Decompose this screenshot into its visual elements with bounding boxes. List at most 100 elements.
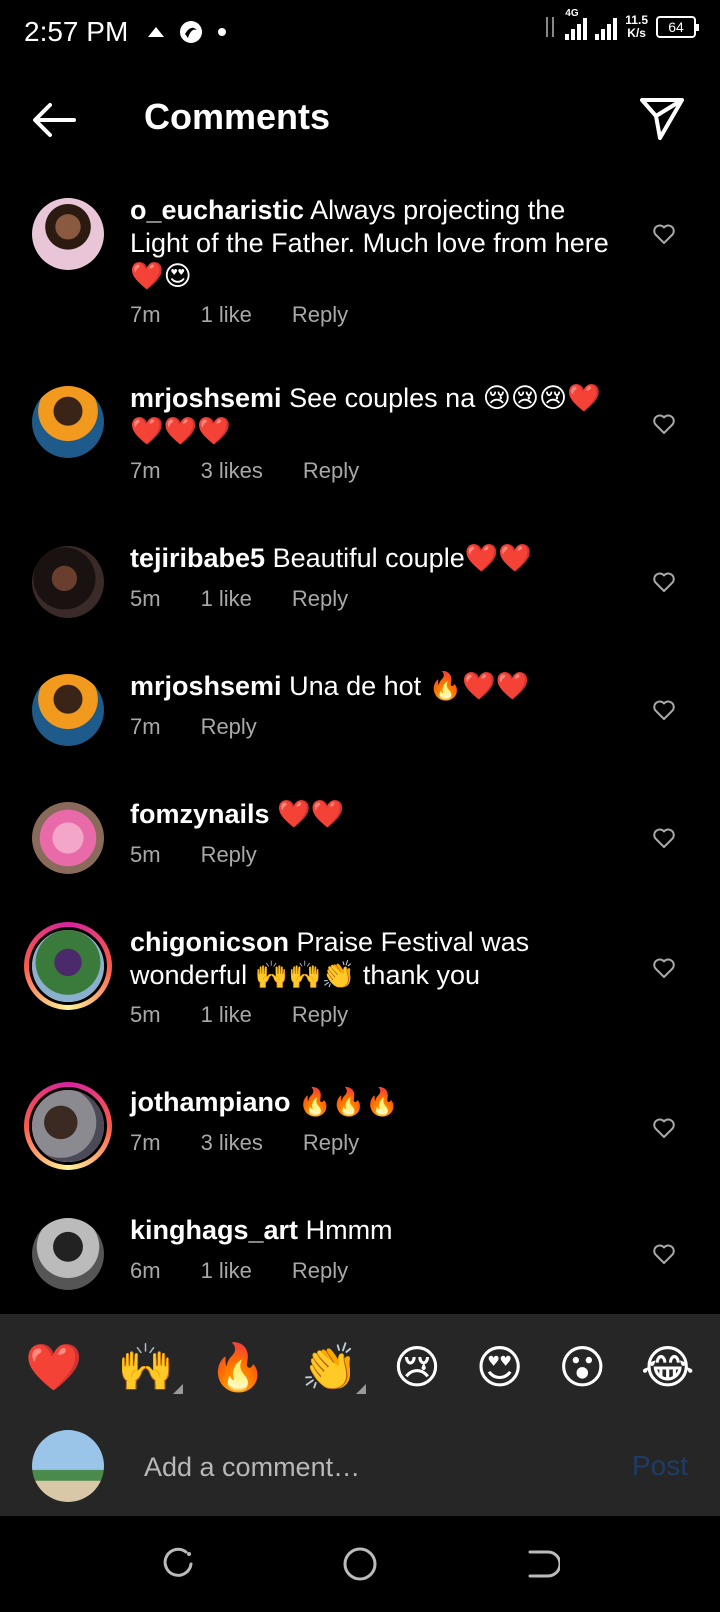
emoji-raising-hands-glyph: 🙌 bbox=[117, 1341, 175, 1393]
app-notification-icon bbox=[180, 21, 202, 43]
comment-text: o_eucharistic Always projecting the Ligh… bbox=[130, 194, 630, 293]
comment-username[interactable]: kinghags_art bbox=[130, 1215, 298, 1245]
comment-time: 5m bbox=[130, 842, 161, 867]
page-title: Comments bbox=[144, 96, 331, 137]
emoji-raising-hands[interactable]: 🙌 bbox=[117, 1341, 183, 1394]
comment-text: tejiribabe5 Beautiful couple❤️❤️ bbox=[130, 542, 630, 575]
signal-icon-2 bbox=[595, 14, 618, 40]
heart-icon[interactable] bbox=[652, 826, 676, 850]
comment-text: mrjoshsemi See couples na 😢😢😢❤️❤️❤️❤️ bbox=[130, 382, 630, 448]
avatar-image bbox=[32, 802, 104, 874]
skin-tone-indicator-icon bbox=[356, 1384, 367, 1394]
net-speed: 11.5 K/s bbox=[625, 14, 648, 40]
bird-notification-icon bbox=[148, 27, 164, 37]
emoji-heart-eyes[interactable]: 😍 bbox=[476, 1344, 524, 1390]
comment-username[interactable]: mrjoshsemi bbox=[130, 671, 282, 701]
comment-time: 5m bbox=[130, 1002, 161, 1027]
current-user-avatar bbox=[32, 1430, 104, 1502]
comment-username[interactable]: jothampiano bbox=[130, 1087, 291, 1117]
comment-meta: 5m 1 like Reply bbox=[130, 1002, 348, 1028]
emoji-clapping-hands[interactable]: 👏 bbox=[301, 1341, 367, 1394]
comment-likes[interactable]: 1 like bbox=[201, 302, 252, 328]
heart-icon[interactable] bbox=[652, 1242, 676, 1266]
reply-button[interactable]: Reply bbox=[292, 586, 348, 612]
comment-likes[interactable]: 1 like bbox=[201, 1258, 252, 1284]
heart-icon[interactable] bbox=[652, 698, 676, 722]
comment-time: 5m bbox=[130, 586, 161, 611]
current-user-avatar-image bbox=[32, 1430, 104, 1502]
header: Comments bbox=[0, 66, 720, 176]
reply-button[interactable]: Reply bbox=[292, 302, 348, 328]
comment-composer: Post bbox=[0, 1420, 720, 1516]
avatar[interactable] bbox=[32, 386, 104, 458]
avatar[interactable] bbox=[32, 1218, 104, 1290]
reply-button[interactable]: Reply bbox=[201, 842, 257, 868]
emoji-crying-face[interactable]: 😢 bbox=[393, 1344, 441, 1390]
comment-body: ❤️❤️ bbox=[277, 799, 345, 829]
comments-list[interactable]: o_eucharistic Always projecting the Ligh… bbox=[0, 176, 720, 1314]
emoji-clapping-hands-glyph: 👏 bbox=[301, 1341, 359, 1393]
comment-likes[interactable]: 3 likes bbox=[201, 1130, 263, 1156]
comment-text: jothampiano 🔥🔥🔥 bbox=[130, 1086, 630, 1119]
comment-time: 7m bbox=[130, 1130, 161, 1155]
comment-username[interactable]: fomzynails bbox=[130, 799, 270, 829]
status-notification-icons bbox=[147, 20, 227, 44]
avatar[interactable] bbox=[32, 546, 104, 618]
avatar[interactable] bbox=[32, 198, 104, 270]
post-button[interactable]: Post bbox=[632, 1450, 688, 1482]
emoji-surprised-face[interactable]: 😮 bbox=[558, 1344, 606, 1390]
reply-button[interactable]: Reply bbox=[292, 1258, 348, 1284]
heart-icon[interactable] bbox=[652, 570, 676, 594]
comment-text: mrjoshsemi Una de hot 🔥❤️❤️ bbox=[130, 670, 630, 703]
avatar[interactable] bbox=[32, 674, 104, 746]
comment-likes[interactable]: 1 like bbox=[201, 1002, 252, 1028]
recents-icon[interactable] bbox=[158, 1544, 198, 1584]
dot-icon bbox=[218, 28, 226, 36]
comment-text: chigonicson Praise Festival was wonderfu… bbox=[130, 926, 630, 992]
emoji-fire[interactable]: 🔥 bbox=[209, 1344, 266, 1390]
home-icon[interactable] bbox=[340, 1544, 380, 1584]
avatar-image bbox=[32, 674, 104, 746]
send-icon[interactable] bbox=[638, 94, 686, 142]
avatar-story-ring[interactable] bbox=[24, 1082, 112, 1170]
comment-body: Una de hot 🔥❤️❤️ bbox=[289, 671, 530, 701]
comment-likes[interactable]: 1 like bbox=[201, 586, 252, 612]
battery-icon: 64 bbox=[656, 16, 699, 38]
heart-icon[interactable] bbox=[652, 222, 676, 246]
heart-icon[interactable] bbox=[652, 1116, 676, 1140]
avatar[interactable] bbox=[32, 802, 104, 874]
comment-time: 6m bbox=[130, 1258, 161, 1283]
status-system-icons: 4G 11.5 K/s 64 bbox=[543, 8, 699, 40]
emoji-tears-of-joy[interactable]: 😂 bbox=[641, 1344, 695, 1390]
comment-meta: 7m 3 likes Reply bbox=[130, 458, 359, 484]
comment-body: Beautiful couple❤️❤️ bbox=[272, 543, 532, 573]
avatar-story-ring[interactable] bbox=[24, 922, 112, 1010]
reply-button[interactable]: Reply bbox=[201, 714, 257, 740]
comment-time: 7m bbox=[130, 714, 161, 739]
back-arrow-icon[interactable] bbox=[30, 96, 78, 144]
emoji-red-heart[interactable]: ❤️ bbox=[25, 1344, 82, 1390]
comment-likes[interactable]: 3 likes bbox=[201, 458, 263, 484]
comment-meta: 5m Reply bbox=[130, 842, 257, 868]
avatar-image bbox=[32, 546, 104, 618]
comment-username[interactable]: chigonicson bbox=[130, 927, 289, 957]
comment-text: kinghags_art Hmmm bbox=[130, 1214, 630, 1247]
reply-button[interactable]: Reply bbox=[303, 1130, 359, 1156]
heart-icon[interactable] bbox=[652, 956, 676, 980]
comment-username[interactable]: mrjoshsemi bbox=[130, 383, 282, 413]
heart-icon[interactable] bbox=[652, 412, 676, 436]
network-type: 4G bbox=[565, 8, 579, 19]
comment-username[interactable]: tejiribabe5 bbox=[130, 543, 265, 573]
skin-tone-indicator-icon bbox=[172, 1384, 183, 1394]
back-nav-icon[interactable] bbox=[520, 1544, 560, 1584]
reply-button[interactable]: Reply bbox=[292, 1002, 348, 1028]
net-speed-unit: K/s bbox=[627, 26, 646, 40]
reply-button[interactable]: Reply bbox=[303, 458, 359, 484]
emoji-quick-bar: ❤️ 🙌 🔥 👏 😢 😍 😮 😂 bbox=[0, 1314, 720, 1420]
comment-input[interactable] bbox=[144, 1444, 584, 1490]
status-time: 2:57 PM bbox=[24, 16, 129, 47]
comment-meta: 7m Reply bbox=[130, 714, 257, 740]
comment-username[interactable]: o_eucharistic bbox=[130, 195, 304, 225]
comment-time: 7m bbox=[130, 458, 161, 483]
avatar-image bbox=[32, 198, 104, 270]
